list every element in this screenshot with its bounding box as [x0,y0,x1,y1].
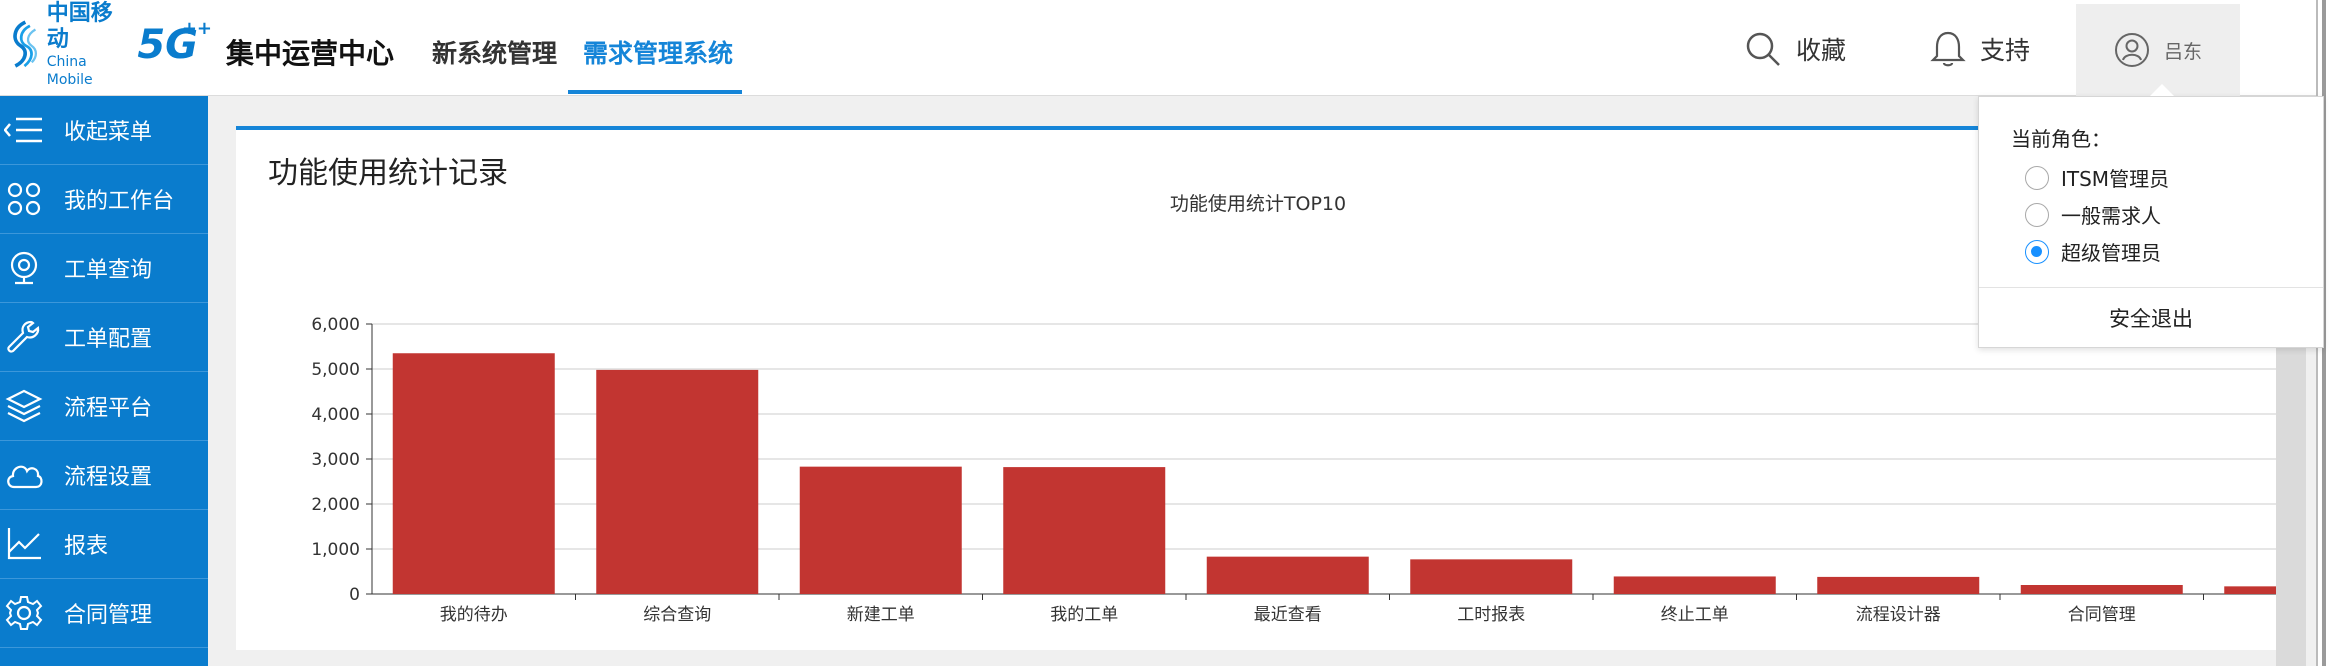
menu-collapse-icon [0,96,56,165]
y-tick-label: 4,000 [311,405,360,425]
wrench-icon [0,303,56,372]
line-chart-icon [0,510,56,579]
bar [1817,576,1980,594]
china-mobile-logo[interactable]: 中国移动 China Mobile 5G ++ [8,1,212,88]
sidebar-item-contract-management[interactable]: 合同管理 [0,579,208,648]
x-tick-label: 综合查询 [643,605,711,625]
role-option-label: 一般需求人 [2061,204,2161,228]
favorites-button[interactable]: 收藏 [1744,30,1846,68]
page-scroll-track[interactable] [2276,340,2306,666]
sidebar-item-label: 流程平台 [64,396,153,421]
bar [1613,576,1776,594]
role-radio-selected[interactable] [2025,239,2049,264]
bar [1410,559,1573,594]
dropdown-divider [1979,287,2323,288]
sidebar-item-label: 报表 [64,534,109,559]
china-mobile-swirl-icon [13,20,38,68]
sidebar-item-label: 工单查询 [64,258,153,283]
logo-5g: 5G ++ [137,18,212,68]
x-tick-label: 合同管理 [2068,605,2136,625]
bar [2224,586,2280,594]
tab-new-system-management[interactable]: 新系统管理 [432,34,557,70]
system-title: 集中运营中心 [226,37,395,70]
x-tick-label: 我的待办 [440,605,508,625]
role-option-itsm-admin[interactable]: ITSM管理员 [2025,163,2169,192]
sidebar-item-label: 工单配置 [64,327,153,352]
layers-icon [0,372,56,441]
logo-chinese-text: 中国移动 [46,1,113,52]
sidebar-item-process-settings[interactable]: 流程设置 [0,441,208,510]
bar [1003,467,1166,594]
sidebar-item-collapse-menu[interactable]: 收起菜单 [0,96,208,165]
bar [2020,585,2183,594]
y-tick-label: 0 [349,585,360,605]
bar [799,466,962,594]
search-icon [1746,32,1780,66]
bar [392,353,555,594]
role-radio[interactable] [2025,165,2049,190]
user-dropdown-menu: 当前角色： ITSM管理员 一般需求人 超级管理员 安全退出 [1978,96,2324,348]
webcam-icon [0,234,56,303]
logo-plus-text: ++ [181,18,212,39]
role-option-label: 超级管理员 [2061,241,2161,265]
usage-bar-chart: 功能使用统计TOP10 0 1,000 2,000 3,000 4,000 5,000 6,0… [311,193,2280,625]
user-menu-button[interactable]: 吕东 [2076,4,2240,96]
x-tick-label: 最近查看 [1254,605,1322,625]
logo-english-text: China Mobile [46,54,93,88]
sidebar-item-ticket-query[interactable]: 工单查询 [0,234,208,303]
y-tick-label: 1,000 [311,540,360,560]
user-avatar-icon [2114,33,2149,67]
support-label: 支持 [1980,36,2031,65]
y-tick-label: 5,000 [311,360,360,380]
sidebar-item-label: 流程设置 [64,465,153,490]
sidebar-item-label: 我的工作台 [64,189,175,214]
logout-button[interactable]: 安全退出 [1979,303,2323,333]
sidebar-item-reports[interactable]: 报表 [0,510,208,579]
x-tick-label: 工时报表 [1457,605,1525,625]
bar [596,369,759,594]
sidebar: 收起菜单 我的工作台 工单查询 工单配置 流程平台 流程设置 报表 合同管理 [0,96,208,666]
gear-icon [0,579,56,648]
x-tick-label: 我的工单 [1050,605,1118,625]
dropdown-caret [2150,84,2174,96]
tab-demand-management-system[interactable]: 需求管理系统 [583,34,733,70]
user-name: 吕东 [2163,40,2202,63]
bell-icon [1930,31,1966,67]
cloud-icon [0,441,56,510]
y-tick-label: 3,000 [311,450,360,470]
sidebar-item-label: 收起菜单 [64,120,153,145]
top-header: 中国移动 China Mobile 5G ++ 集中运营中心 新系统管理 需求管理… [0,0,2344,96]
y-tick-label: 6,000 [311,315,360,335]
role-option-label: ITSM管理员 [2061,167,2170,191]
x-tick-label: 终止工单 [1661,605,1729,625]
sidebar-item-ticket-config[interactable]: 工单配置 [0,303,208,372]
current-role-label: 当前角色： [2011,127,2111,151]
y-tick-label: 2,000 [311,495,360,515]
x-tick-label: 新建工单 [847,605,915,625]
favorites-label: 收藏 [1796,36,1847,65]
grid-icon [0,165,56,234]
chart-title: 功能使用统计TOP10 [1170,193,1346,215]
active-tab-underline [568,90,742,94]
role-option-super-admin[interactable]: 超级管理员 [2025,237,2161,266]
sidebar-item-process-platform[interactable]: 流程平台 [0,372,208,441]
x-tick-label: 流程设计器 [1856,605,1941,625]
role-radio[interactable] [2025,202,2049,227]
support-button[interactable]: 支持 [1930,30,2030,68]
bar [1206,556,1369,594]
role-option-general-requester[interactable]: 一般需求人 [2025,200,2161,229]
sidebar-item-label: 合同管理 [64,603,153,628]
stats-panel: 功能使用统计记录 功能使用统计TOP10 0 1,000 2,000 3,000 4,00… [236,126,2280,650]
sidebar-item-my-workbench[interactable]: 我的工作台 [0,165,208,234]
